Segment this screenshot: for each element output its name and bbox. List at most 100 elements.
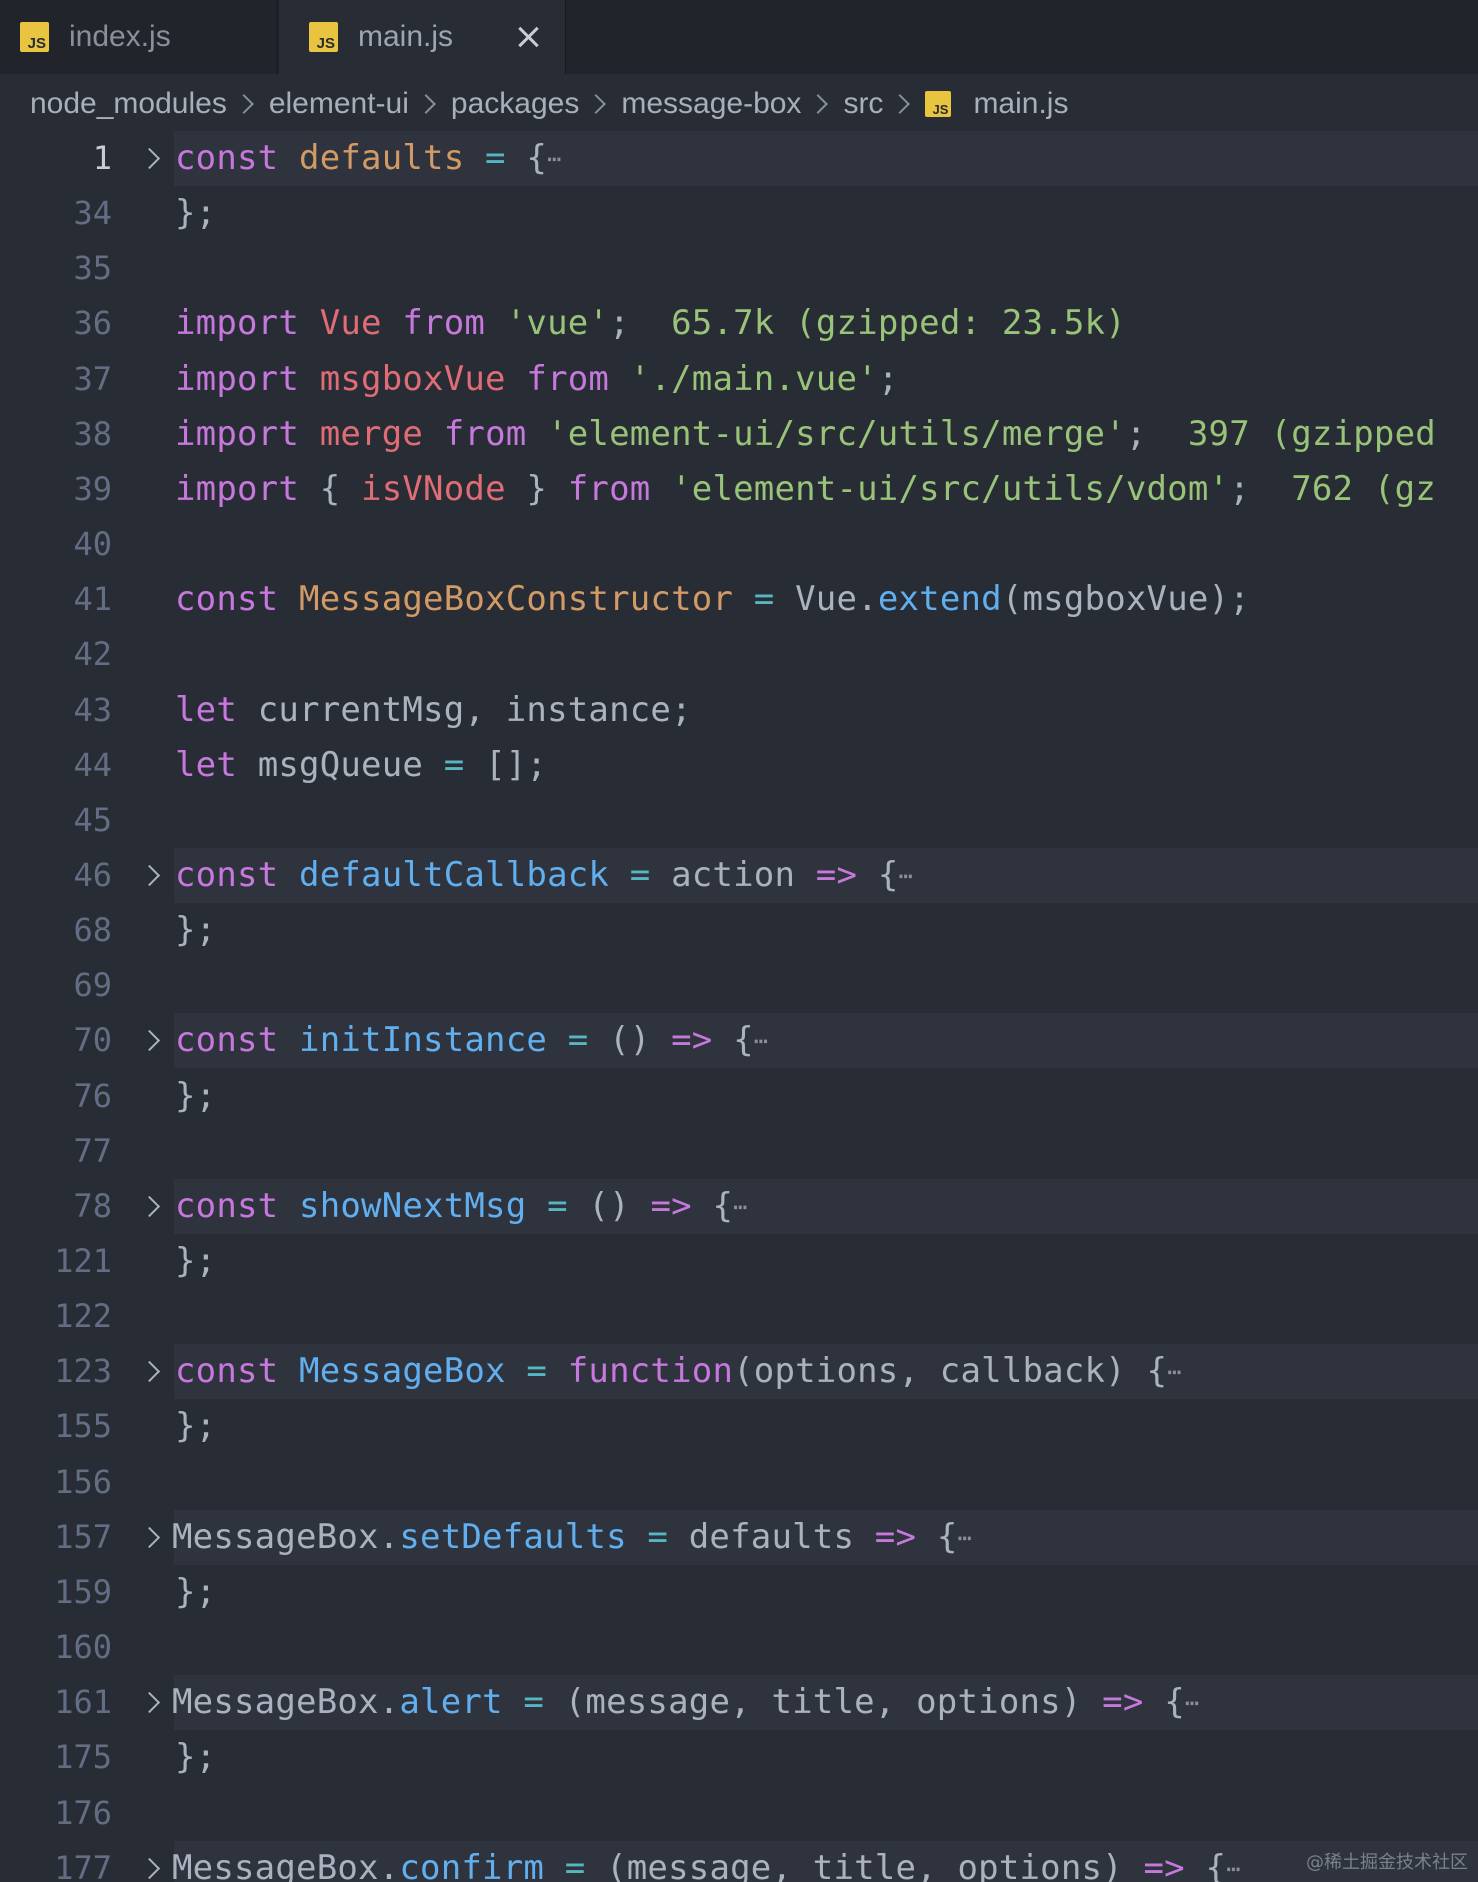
folded-ellipsis-icon[interactable]: ⋯	[1167, 1358, 1182, 1386]
code-line[interactable]: 68};	[0, 903, 1478, 958]
folded-ellipsis-icon[interactable]: ⋯	[1226, 1855, 1241, 1882]
code-text: import merge from 'element-ui/src/utils/…	[175, 407, 1436, 462]
folded-ellipsis-icon[interactable]: ⋯	[957, 1524, 972, 1552]
code-line[interactable]: 38 import merge from 'element-ui/src/util…	[0, 407, 1478, 462]
code-token: };	[175, 1737, 217, 1778]
code-line[interactable]: 177 MessageBox.confirm = (message, title,…	[0, 1840, 1478, 1882]
code-token: from	[443, 413, 548, 454]
code-line[interactable]: 41 const MessageBoxConstructor = Vue.exte…	[0, 572, 1478, 627]
code-line[interactable]: 69	[0, 958, 1478, 1013]
code-token: confirm	[399, 1847, 545, 1882]
code-token: MessageBoxConstructor	[299, 579, 734, 620]
code-line[interactable]: 160	[0, 1620, 1478, 1675]
code-token: =	[443, 744, 486, 785]
code-token: ()	[609, 1020, 672, 1061]
tab-label: main.js	[358, 20, 454, 53]
code-line[interactable]: 1 const defaults = {⋯	[0, 131, 1478, 186]
code-token: =	[505, 1351, 568, 1392]
line-number: 34	[73, 194, 112, 233]
folded-ellipsis-icon[interactable]: ⋯	[754, 1027, 769, 1055]
code-token: =	[733, 579, 796, 620]
code-text: };	[175, 903, 216, 958]
code-line[interactable]: 37 import msgboxVue from './main.vue';	[0, 352, 1478, 407]
tab-bar: JS index.js JS main.js	[0, 0, 1478, 74]
code-line[interactable]: 175};	[0, 1730, 1478, 1785]
code-line[interactable]: 123 const MessageBox = function(options, …	[0, 1344, 1478, 1400]
code-line[interactable]: 39 import { isVNode } from 'element-ui/sr…	[0, 462, 1478, 517]
code-line[interactable]: 40	[0, 517, 1478, 572]
tab-index-js[interactable]: JS index.js	[0, 0, 278, 74]
code-line[interactable]: 46 const defaultCallback = action => {⋯	[0, 847, 1478, 903]
code-token: import	[175, 468, 320, 509]
code-token: defaults	[688, 1516, 875, 1557]
code-token: =	[526, 1185, 589, 1226]
code-line[interactable]: 122	[0, 1289, 1478, 1344]
code-token: ;	[1125, 413, 1188, 454]
fold-chevron-icon[interactable]	[138, 1857, 161, 1879]
code-line[interactable]: 157 MessageBox.setDefaults = defaults => …	[0, 1509, 1478, 1565]
folded-ellipsis-icon[interactable]: ⋯	[898, 862, 913, 890]
code-token: defaults	[299, 138, 465, 178]
code-text: const MessageBoxConstructor = Vue.extend…	[175, 572, 1250, 627]
code-line[interactable]: 43 let currentMsg, instance;	[0, 683, 1478, 738]
code-text: };	[175, 1399, 216, 1454]
code-line[interactable]: 159};	[0, 1565, 1478, 1620]
breadcrumb-item[interactable]: packages	[451, 87, 579, 121]
code-token: 'element-ui/src/utils/vdom'	[671, 468, 1230, 509]
code-line[interactable]: 36 import Vue from 'vue'; 65.7k (gzipped:…	[0, 296, 1478, 351]
breadcrumb-item[interactable]: node_modules	[30, 87, 227, 121]
fold-chevron-icon[interactable]	[138, 864, 161, 887]
code-token: {	[1164, 1682, 1185, 1723]
code-token: import	[175, 413, 320, 454]
fold-chevron-icon[interactable]	[138, 147, 161, 170]
folded-ellipsis-icon[interactable]: ⋯	[1185, 1689, 1200, 1717]
code-token: };	[175, 1571, 217, 1612]
code-line[interactable]: 70 const initInstance = () => {⋯	[0, 1013, 1478, 1069]
code-line[interactable]: 45	[0, 793, 1478, 848]
code-line[interactable]: 77	[0, 1124, 1478, 1179]
breadcrumb-item[interactable]: message-box	[621, 87, 801, 121]
code-token: function	[567, 1351, 734, 1392]
line-number: 37	[73, 359, 112, 398]
code-line[interactable]: 42	[0, 627, 1478, 682]
code-token: isVNode	[361, 468, 527, 509]
fold-chevron-icon[interactable]	[138, 1692, 161, 1714]
code-token: ()	[588, 1185, 651, 1226]
fold-chevron-icon[interactable]	[138, 1195, 161, 1217]
line-number: 155	[54, 1407, 112, 1446]
code-token: =>	[671, 1020, 734, 1061]
code-line[interactable]: 161 MessageBox.alert = (message, title, o…	[0, 1675, 1478, 1731]
code-text: import msgboxVue from './main.vue';	[175, 352, 898, 407]
code-token: ;	[1229, 468, 1292, 509]
tab-main-js[interactable]: JS main.js	[279, 0, 566, 74]
line-number: 70	[73, 1021, 112, 1060]
code-text: let currentMsg, instance;	[175, 683, 692, 738]
fold-chevron-icon[interactable]	[138, 1526, 161, 1548]
code-token: import	[175, 303, 320, 344]
code-line[interactable]: 34};	[0, 186, 1478, 241]
fold-chevron-icon[interactable]	[138, 1361, 161, 1383]
code-token: {	[712, 1185, 734, 1226]
code-token: merge	[319, 413, 444, 454]
code-line[interactable]: 121};	[0, 1234, 1478, 1289]
code-editor[interactable]: 1 const defaults = {⋯ 34}; 35 36 import Vue f…	[0, 131, 1478, 1882]
code-token: =	[626, 1516, 689, 1557]
code-line[interactable]: 35	[0, 241, 1478, 296]
breadcrumb-item[interactable]: src	[843, 87, 883, 121]
code-line[interactable]: 155};	[0, 1399, 1478, 1454]
watermark: @稀土掘金技术社区	[1306, 1852, 1468, 1873]
code-line[interactable]: 76};	[0, 1069, 1478, 1124]
fold-chevron-icon[interactable]	[138, 1030, 161, 1052]
code-token: =	[544, 1847, 607, 1882]
close-icon[interactable]	[513, 22, 543, 52]
code-token: msgQueue	[257, 744, 444, 785]
code-token: {	[936, 1516, 958, 1557]
breadcrumb-item[interactable]: main.js	[973, 87, 1068, 121]
code-line[interactable]: 176	[0, 1786, 1478, 1841]
folded-ellipsis-icon[interactable]: ⋯	[547, 145, 562, 173]
breadcrumb-item[interactable]: element-ui	[269, 87, 409, 121]
code-line[interactable]: 44 let msgQueue = [];	[0, 738, 1478, 793]
code-line[interactable]: 78 const showNextMsg = () => {⋯	[0, 1178, 1478, 1234]
folded-ellipsis-icon[interactable]: ⋯	[733, 1193, 748, 1221]
code-line[interactable]: 156	[0, 1455, 1478, 1510]
